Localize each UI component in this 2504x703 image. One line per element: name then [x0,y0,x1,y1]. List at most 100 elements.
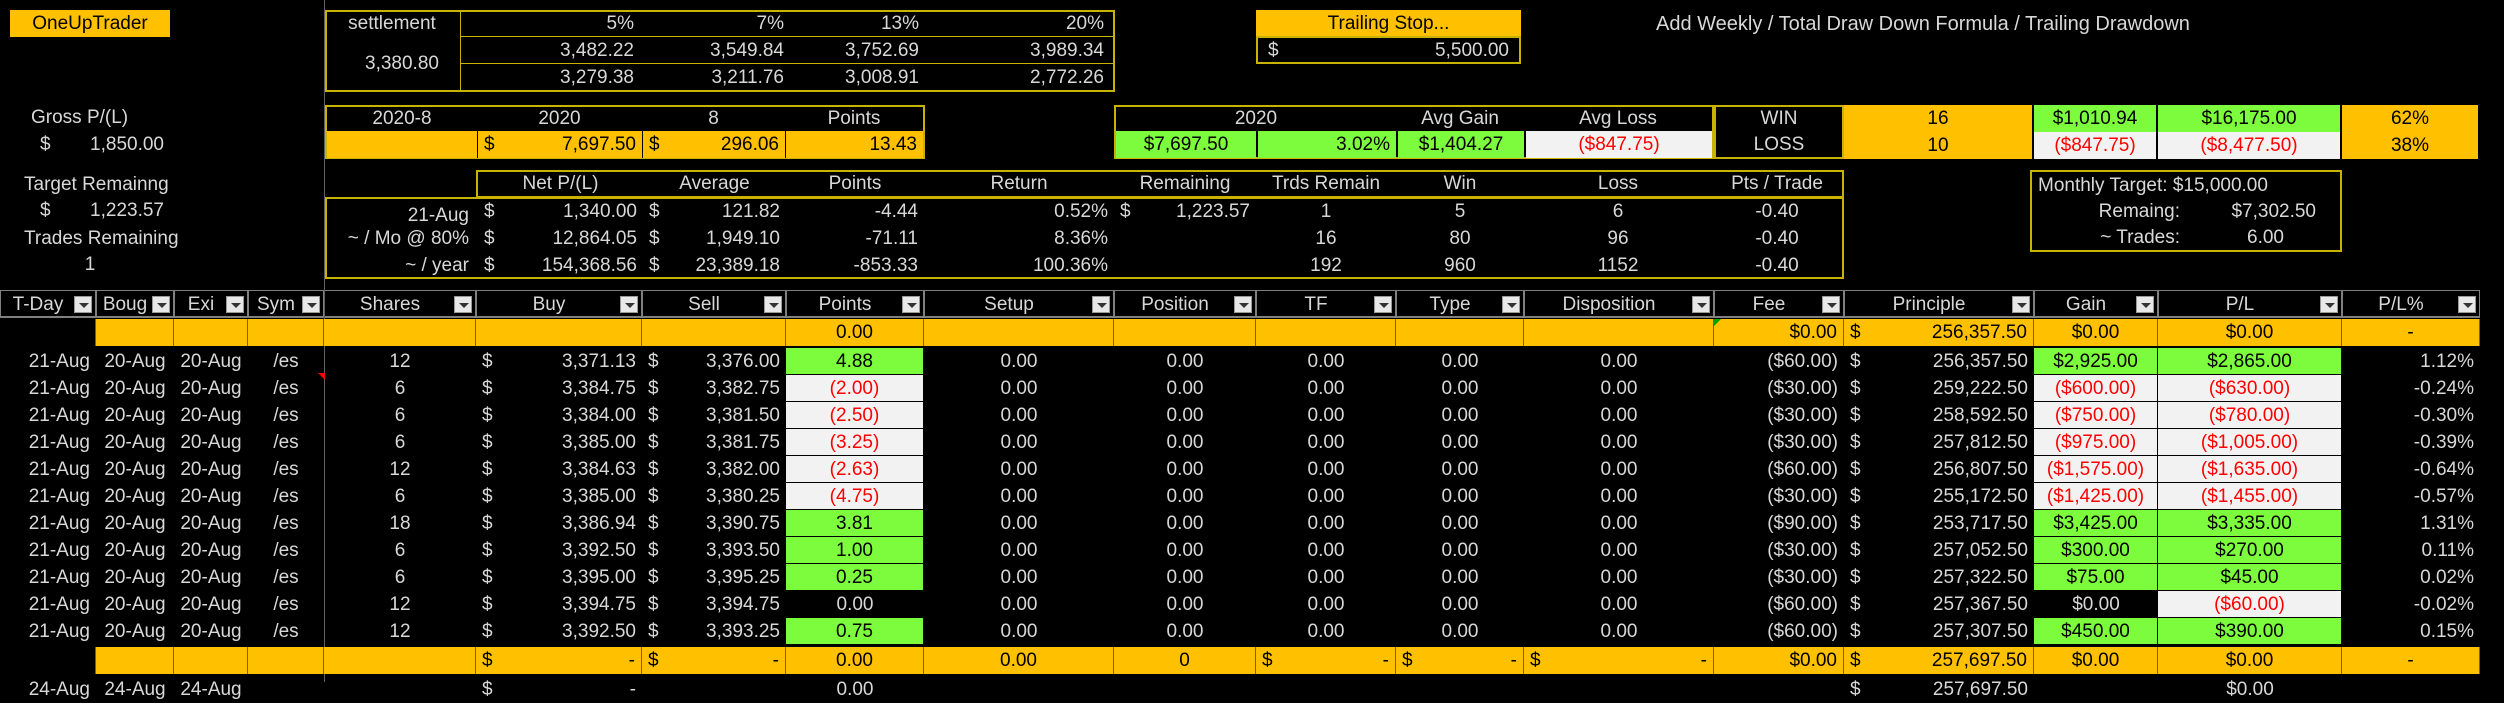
trade-cell-pl[interactable]: ($780.00) [2158,402,2342,429]
trade-cell-points[interactable]: (4.75) [786,483,924,510]
trade-cell-tday[interactable]: 21-Aug [0,456,96,483]
trade-cell-disp[interactable]: 0.00 [1524,348,1714,375]
filter-dropdown-icon[interactable] [902,296,920,313]
trade-cell-exit[interactable]: 20-Aug [174,429,248,456]
trade-cell-sell[interactable]: $3,381.75 [642,429,786,456]
trade-cell-tf[interactable]: 0.00 [1256,456,1396,483]
trade-cell-fee[interactable]: ($60.00) [1714,348,1844,375]
trade-cell-disp[interactable]: 0.00 [1524,537,1714,564]
trade-cell-principle[interactable]: $256,807.50 [1844,456,2034,483]
trade-cell-disp[interactable]: 0.00 [1524,483,1714,510]
trade-cell-principle[interactable]: $257,322.50 [1844,564,2034,591]
trade-cell-principle[interactable]: $255,172.50 [1844,483,2034,510]
filter-dropdown-icon[interactable] [302,296,320,313]
trade-cell-exit[interactable]: 20-Aug [174,348,248,375]
column-header-tf[interactable]: TF [1256,290,1396,317]
trade-cell-pl[interactable]: $2,865.00 [2158,348,2342,375]
trade-cell-tf[interactable]: 0.00 [1256,483,1396,510]
column-header-pl[interactable]: P/L [2158,290,2342,317]
trade-cell-exit[interactable]: 20-Aug [174,510,248,537]
trade-cell-points[interactable]: (3.25) [786,429,924,456]
trade-cell-buy[interactable]: $3,395.00 [476,564,642,591]
trade-cell-tday[interactable]: 21-Aug [0,402,96,429]
column-header-setup[interactable]: Setup [924,290,1114,317]
filter-dropdown-icon[interactable] [226,296,244,313]
trade-cell-exit[interactable]: 20-Aug [174,456,248,483]
trade-cell-type[interactable]: 0.00 [1396,564,1524,591]
trade-cell-tday[interactable]: 21-Aug [0,375,96,402]
trade-cell-exit[interactable]: 20-Aug [174,375,248,402]
trade-cell-tday[interactable]: 21-Aug [0,348,96,375]
trade-cell-shares[interactable]: 6 [324,402,476,429]
trade-cell-position[interactable]: 0.00 [1114,510,1256,537]
filter-dropdown-icon[interactable] [1092,296,1110,313]
trade-cell-disp[interactable]: 0.00 [1524,375,1714,402]
trade-cell-sym[interactable]: /es [248,348,324,375]
trade-cell-tday[interactable]: 21-Aug [0,510,96,537]
trade-cell-setup[interactable]: 0.00 [924,375,1114,402]
trade-cell-gain[interactable]: $2,925.00 [2034,348,2158,375]
trade-cell-sell[interactable]: $3,393.25 [642,618,786,645]
trade-cell-sym[interactable]: /es [248,537,324,564]
trade-cell-gain[interactable]: ($600.00) [2034,375,2158,402]
trade-cell-position[interactable]: 0.00 [1114,564,1256,591]
trade-cell-sell[interactable]: $3,395.25 [642,564,786,591]
trade-cell-boug[interactable]: 20-Aug [96,429,174,456]
trade-cell-position[interactable]: 0.00 [1114,618,1256,645]
filter-dropdown-icon[interactable] [454,296,472,313]
trade-cell-sell[interactable]: $3,382.00 [642,456,786,483]
column-header-sell[interactable]: Sell [642,290,786,317]
trade-cell-position[interactable]: 0.00 [1114,429,1256,456]
trade-cell-setup[interactable]: 0.00 [924,456,1114,483]
trade-cell-tday[interactable]: 21-Aug [0,618,96,645]
trade-cell-disp[interactable]: 0.00 [1524,510,1714,537]
column-header-sym[interactable]: Sym [248,290,324,317]
trade-cell-type[interactable]: 0.00 [1396,375,1524,402]
trade-cell-pl[interactable]: ($630.00) [2158,375,2342,402]
trade-cell-buy[interactable]: $3,384.00 [476,402,642,429]
trade-cell-plpct[interactable]: -0.64% [2342,456,2480,483]
trade-cell-tday[interactable]: 21-Aug [0,537,96,564]
trade-cell-plpct[interactable]: -0.39% [2342,429,2480,456]
trade-cell-sym[interactable]: /es [248,564,324,591]
trade-cell-sym[interactable]: /es [248,591,324,618]
trade-cell-setup[interactable]: 0.00 [924,591,1114,618]
column-header-fee[interactable]: Fee [1714,290,1844,317]
trade-cell-disp[interactable]: 0.00 [1524,564,1714,591]
trade-cell-sym[interactable]: /es [248,483,324,510]
trade-cell-shares[interactable]: 6 [324,429,476,456]
trailing-stop-button[interactable]: Trailing Stop... [1256,10,1521,37]
trade-cell-sell[interactable]: $3,382.75 [642,375,786,402]
trade-cell-setup[interactable]: 0.00 [924,618,1114,645]
trade-cell-boug[interactable]: 20-Aug [96,591,174,618]
filter-dropdown-icon[interactable] [2320,296,2338,313]
trade-cell-buy[interactable]: $3,385.00 [476,483,642,510]
trade-cell-gain[interactable]: $0.00 [2034,591,2158,618]
trade-cell-tday[interactable]: 21-Aug [0,483,96,510]
trade-cell-setup[interactable]: 0.00 [924,483,1114,510]
filter-dropdown-icon[interactable] [764,296,782,313]
column-header-exit[interactable]: Exi [174,290,248,317]
trade-cell-tf[interactable]: 0.00 [1256,375,1396,402]
trade-cell-plpct[interactable]: 1.31% [2342,510,2480,537]
trade-cell-sym[interactable]: /es [248,510,324,537]
trade-cell-gain[interactable]: $3,425.00 [2034,510,2158,537]
trade-cell-boug[interactable]: 20-Aug [96,375,174,402]
trade-cell-sell[interactable]: $3,380.25 [642,483,786,510]
trade-cell-gain[interactable]: ($1,425.00) [2034,483,2158,510]
trade-cell-buy[interactable]: $3,385.00 [476,429,642,456]
trade-cell-pl[interactable]: ($1,455.00) [2158,483,2342,510]
trade-cell-pl[interactable]: ($1,635.00) [2158,456,2342,483]
trade-cell-points[interactable]: 0.25 [786,564,924,591]
trade-cell-tday[interactable]: 21-Aug [0,429,96,456]
trade-cell-setup[interactable]: 0.00 [924,564,1114,591]
trade-cell-boug[interactable]: 20-Aug [96,456,174,483]
trade-cell-type[interactable]: 0.00 [1396,456,1524,483]
trade-cell-pl[interactable]: $3,335.00 [2158,510,2342,537]
trade-cell-principle[interactable]: $258,592.50 [1844,402,2034,429]
trade-cell-fee[interactable]: ($30.00) [1714,564,1844,591]
trade-cell-shares[interactable]: 18 [324,510,476,537]
trade-cell-points[interactable]: (2.00) [786,375,924,402]
trade-cell-points[interactable]: 0.00 [786,591,924,618]
filter-dropdown-icon[interactable] [1692,296,1710,313]
